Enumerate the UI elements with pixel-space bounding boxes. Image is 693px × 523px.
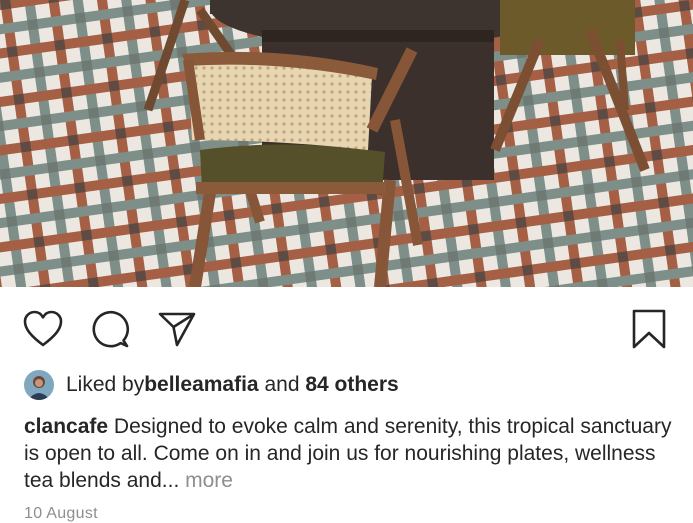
heart-icon <box>23 310 63 348</box>
likes-prefix: Liked by <box>66 373 145 396</box>
caption-text: Designed to evoke calm and serenity, thi… <box>24 415 672 492</box>
post-caption: clancafe Designed to evoke calm and sere… <box>24 413 674 494</box>
likes-summary: Liked by belleamafia and 84 others <box>24 369 399 401</box>
liked-by-user-link[interactable]: belleamafia <box>144 373 258 397</box>
save-button[interactable] <box>628 308 670 350</box>
share-button[interactable] <box>156 308 198 350</box>
comment-button[interactable] <box>90 308 132 350</box>
bookmark-icon <box>631 309 667 349</box>
likes-count-link[interactable]: 84 others <box>305 373 398 397</box>
caption-username-link[interactable]: clancafe <box>24 415 108 438</box>
post-image[interactable] <box>0 0 693 287</box>
avatar[interactable] <box>24 370 54 400</box>
like-button[interactable] <box>22 308 64 350</box>
post-date: 10 August <box>24 505 98 522</box>
likes-connector: and <box>258 373 306 396</box>
post-action-bar <box>0 287 693 367</box>
share-icon <box>157 310 197 348</box>
caption-more-link[interactable]: more <box>185 469 233 492</box>
comment-icon <box>92 310 130 348</box>
